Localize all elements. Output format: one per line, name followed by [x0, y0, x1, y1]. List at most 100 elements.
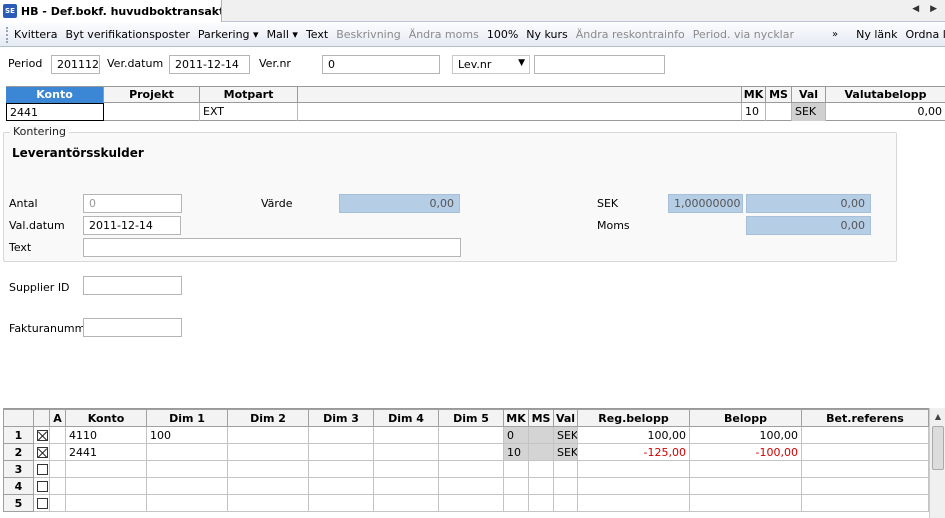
period-field[interactable]: 201112 — [51, 55, 100, 74]
col-motpart-header[interactable]: Motpart — [200, 87, 298, 103]
ny-kurs-button[interactable]: Ny kurs — [526, 28, 568, 41]
andra-reskontrainfo-button[interactable]: Ändra reskontrainfo — [576, 28, 685, 41]
konto-cell[interactable]: 2441 — [65, 443, 147, 461]
dim1-cell[interactable] — [146, 443, 228, 461]
col-dim4-header[interactable]: Dim 4 — [373, 409, 439, 427]
dim4-cell[interactable] — [373, 477, 439, 495]
belopp-cell[interactable]: -100,00 — [689, 443, 802, 461]
col-konto-header[interactable]: Konto — [6, 87, 104, 103]
col-a-header[interactable]: A — [49, 409, 66, 427]
dim4-cell[interactable] — [373, 494, 439, 512]
text-field[interactable] — [83, 238, 461, 257]
row-checkbox[interactable] — [33, 443, 50, 461]
konto-cell[interactable]: 4110 — [65, 426, 147, 444]
betreferens-cell[interactable] — [801, 477, 929, 495]
parkering-menu-button[interactable]: Parkering ▾ — [198, 28, 259, 41]
regbelopp-cell[interactable]: -125,00 — [577, 443, 690, 461]
fakturanummer-field[interactable] — [83, 318, 182, 337]
text-button[interactable]: Text — [306, 28, 328, 41]
col-desc-header[interactable] — [298, 87, 742, 103]
belopp-cell[interactable] — [689, 460, 802, 478]
andra-moms-button[interactable]: Ändra moms — [409, 28, 479, 41]
col-val-header[interactable]: Val — [792, 87, 826, 103]
valutabelopp-cell[interactable]: 0,00 — [826, 103, 945, 121]
beskrivning-button[interactable]: Beskrivning — [336, 28, 401, 41]
a-cell[interactable] — [49, 477, 66, 495]
val-cell[interactable] — [553, 494, 578, 512]
dim1-cell[interactable] — [146, 494, 228, 512]
col-check-header[interactable] — [33, 409, 50, 427]
varde-field[interactable]: 0,00 — [339, 194, 460, 213]
mk-cell[interactable]: 0 — [503, 426, 529, 444]
ms-cell[interactable] — [528, 460, 554, 478]
regbelopp-cell[interactable] — [577, 477, 690, 495]
byt-verifikationsposter-button[interactable]: Byt verifikationsposter — [65, 28, 189, 41]
val-cell[interactable]: SEK — [792, 103, 826, 121]
a-cell[interactable] — [49, 494, 66, 512]
belopp-cell[interactable] — [689, 477, 802, 495]
period-via-nycklar-button[interactable]: Period. via nycklar — [693, 28, 794, 41]
grid-scrollbar[interactable]: ▲ — [929, 408, 945, 518]
regbelopp-cell[interactable] — [577, 460, 690, 478]
col-konto-header[interactable]: Konto — [65, 409, 147, 427]
mk-cell[interactable] — [503, 494, 529, 512]
dim3-cell[interactable] — [308, 477, 374, 495]
checkbox-checked-icon[interactable] — [37, 430, 48, 441]
dim3-cell[interactable] — [308, 443, 374, 461]
konto-cell[interactable]: 2441 — [6, 103, 104, 121]
dim3-cell[interactable] — [308, 426, 374, 444]
dim1-cell[interactable] — [146, 477, 228, 495]
dim5-cell[interactable] — [438, 443, 504, 461]
row-checkbox[interactable] — [33, 460, 50, 478]
checkbox-empty-icon[interactable] — [37, 481, 48, 492]
mk-cell[interactable]: 10 — [742, 103, 766, 121]
dim5-cell[interactable] — [438, 494, 504, 512]
dim3-cell[interactable] — [308, 460, 374, 478]
regbelopp-cell[interactable] — [577, 494, 690, 512]
dim4-cell[interactable] — [373, 460, 439, 478]
sek-value-field[interactable]: 0,00 — [746, 194, 871, 213]
antal-field[interactable]: 0 — [83, 194, 182, 213]
checkbox-empty-icon[interactable] — [37, 498, 48, 509]
checkbox-checked-icon[interactable] — [37, 447, 48, 458]
dim4-cell[interactable] — [373, 426, 439, 444]
dim2-cell[interactable] — [227, 426, 309, 444]
ms-cell[interactable] — [766, 103, 792, 121]
row-checkbox[interactable] — [33, 426, 50, 444]
a-cell[interactable] — [49, 426, 66, 444]
a-cell[interactable] — [49, 443, 66, 461]
dim2-cell[interactable] — [227, 494, 309, 512]
col-dim2-header[interactable]: Dim 2 — [227, 409, 309, 427]
dim3-cell[interactable] — [308, 494, 374, 512]
levnr-field[interactable] — [534, 55, 665, 74]
scrollbar-thumb[interactable] — [932, 426, 944, 470]
betreferens-cell[interactable] — [801, 494, 929, 512]
kvittera-button[interactable]: Kvittera — [14, 28, 57, 41]
ordna-lankar-button[interactable]: Ordna länkar — [906, 28, 945, 41]
ny-lank-button[interactable]: Ny länk — [856, 28, 897, 41]
tab-scroll-arrows-icon[interactable]: ◀ ▶ — [912, 4, 941, 14]
konto-cell[interactable] — [65, 477, 147, 495]
belopp-cell[interactable]: 100,00 — [689, 426, 802, 444]
motpart-cell[interactable]: EXT — [200, 103, 298, 121]
val-cell[interactable]: SEK — [553, 426, 578, 444]
desc-cell[interactable] — [298, 103, 742, 121]
col-betreferens-header[interactable]: Bet.referens — [801, 409, 929, 427]
mk-cell[interactable] — [503, 477, 529, 495]
table-row[interactable]: 2 2441 10 SEK -125,00 -100,00 — [3, 443, 929, 461]
dim4-cell[interactable] — [373, 443, 439, 461]
dim5-cell[interactable] — [438, 460, 504, 478]
supplier-id-field[interactable] — [83, 276, 182, 295]
belopp-cell[interactable] — [689, 494, 802, 512]
vernr-field[interactable]: 0 — [322, 55, 440, 74]
document-tab[interactable]: SE HB - Def.bokf. huvudboktransakt... — [0, 0, 222, 22]
dim2-cell[interactable] — [227, 460, 309, 478]
betreferens-cell[interactable] — [801, 460, 929, 478]
konto-cell[interactable] — [65, 494, 147, 512]
mk-cell[interactable]: 10 — [503, 443, 529, 461]
col-regbelopp-header[interactable]: Reg.belopp — [577, 409, 690, 427]
row-checkbox[interactable] — [33, 494, 50, 512]
a-cell[interactable] — [49, 460, 66, 478]
valdatum-field[interactable]: 2011-12-14 — [83, 216, 181, 235]
val-cell[interactable]: SEK — [553, 443, 578, 461]
